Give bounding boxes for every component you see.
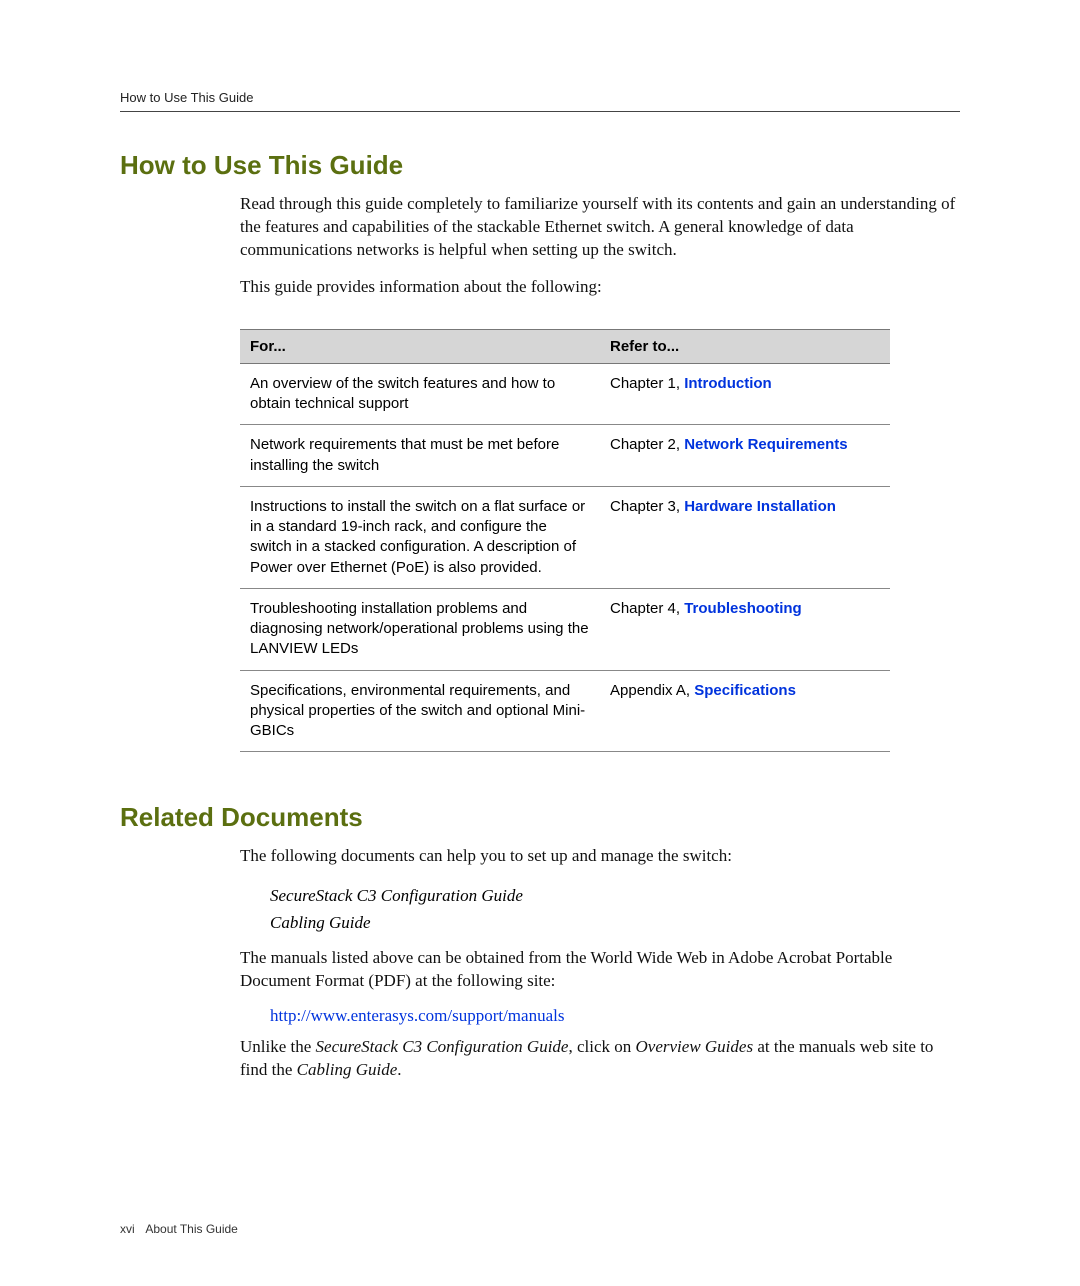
page-footer: xvi About This Guide	[120, 1222, 960, 1236]
related-body: The following documents can help you to …	[240, 845, 960, 868]
paragraph: Read through this guide completely to fa…	[240, 193, 960, 262]
list-item: Cabling Guide	[270, 909, 960, 936]
text: Unlike the	[240, 1037, 316, 1056]
document-list: SecureStack C3 Configuration Guide Cabli…	[270, 882, 960, 936]
cell-for: Specifications, environmental requiremen…	[240, 670, 600, 752]
table-row: Troubleshooting installation problems an…	[240, 588, 890, 670]
related-body-3: Unlike the SecureStack C3 Configuration …	[240, 1036, 960, 1082]
table-row: Instructions to install the switch on a …	[240, 486, 890, 588]
col-for: For...	[240, 329, 600, 363]
ref-prefix: Appendix A,	[610, 682, 694, 699]
text-italic: SecureStack C3 Configuration Guide	[316, 1037, 569, 1056]
ref-prefix: Chapter 4,	[610, 600, 684, 617]
cell-refer: Appendix A, Specifications	[600, 670, 890, 752]
heading-how-to-use: How to Use This Guide	[120, 150, 960, 181]
footer-section: About This Guide	[145, 1222, 238, 1236]
text: , click on	[568, 1037, 635, 1056]
link-specifications[interactable]: Specifications	[694, 682, 796, 699]
link-introduction[interactable]: Introduction	[684, 375, 771, 392]
ref-prefix: Chapter 3,	[610, 498, 684, 515]
table-row: Specifications, environmental requiremen…	[240, 670, 890, 752]
text-italic: Overview Guides	[636, 1037, 754, 1056]
ref-prefix: Chapter 1,	[610, 375, 684, 392]
link-network-requirements[interactable]: Network Requirements	[684, 436, 847, 453]
text: .	[397, 1060, 401, 1079]
manuals-url[interactable]: http://www.enterasys.com/support/manuals	[270, 1006, 564, 1025]
text-italic: Cabling Guide	[297, 1060, 398, 1079]
page-number: xvi	[120, 1222, 135, 1236]
running-header: How to Use This Guide	[120, 90, 960, 112]
list-item: SecureStack C3 Configuration Guide	[270, 882, 960, 909]
link-hardware-installation[interactable]: Hardware Installation	[684, 498, 836, 515]
manuals-url-block: http://www.enterasys.com/support/manuals	[270, 1006, 960, 1026]
reference-table: For... Refer to... An overview of the sw…	[240, 329, 890, 753]
paragraph: This guide provides information about th…	[240, 276, 960, 299]
how-to-use-body: Read through this guide completely to fa…	[240, 193, 960, 299]
related-body-2: The manuals listed above can be obtained…	[240, 947, 960, 993]
cell-for: Network requirements that must be met be…	[240, 425, 600, 487]
page: How to Use This Guide How to Use This Gu…	[0, 0, 1080, 1286]
paragraph: The manuals listed above can be obtained…	[240, 947, 960, 993]
cell-refer: Chapter 2, Network Requirements	[600, 425, 890, 487]
cell-for: Troubleshooting installation problems an…	[240, 588, 600, 670]
cell-refer: Chapter 1, Introduction	[600, 363, 890, 425]
ref-prefix: Chapter 2,	[610, 436, 684, 453]
paragraph: Unlike the SecureStack C3 Configuration …	[240, 1036, 960, 1082]
cell-refer: Chapter 3, Hardware Installation	[600, 486, 890, 588]
col-refer: Refer to...	[600, 329, 890, 363]
table-header-row: For... Refer to...	[240, 329, 890, 363]
cell-for: Instructions to install the switch on a …	[240, 486, 600, 588]
cell-for: An overview of the switch features and h…	[240, 363, 600, 425]
heading-related-documents: Related Documents	[120, 802, 960, 833]
cell-refer: Chapter 4, Troubleshooting	[600, 588, 890, 670]
table-row: Network requirements that must be met be…	[240, 425, 890, 487]
link-troubleshooting[interactable]: Troubleshooting	[684, 600, 802, 617]
table-row: An overview of the switch features and h…	[240, 363, 890, 425]
paragraph: The following documents can help you to …	[240, 845, 960, 868]
